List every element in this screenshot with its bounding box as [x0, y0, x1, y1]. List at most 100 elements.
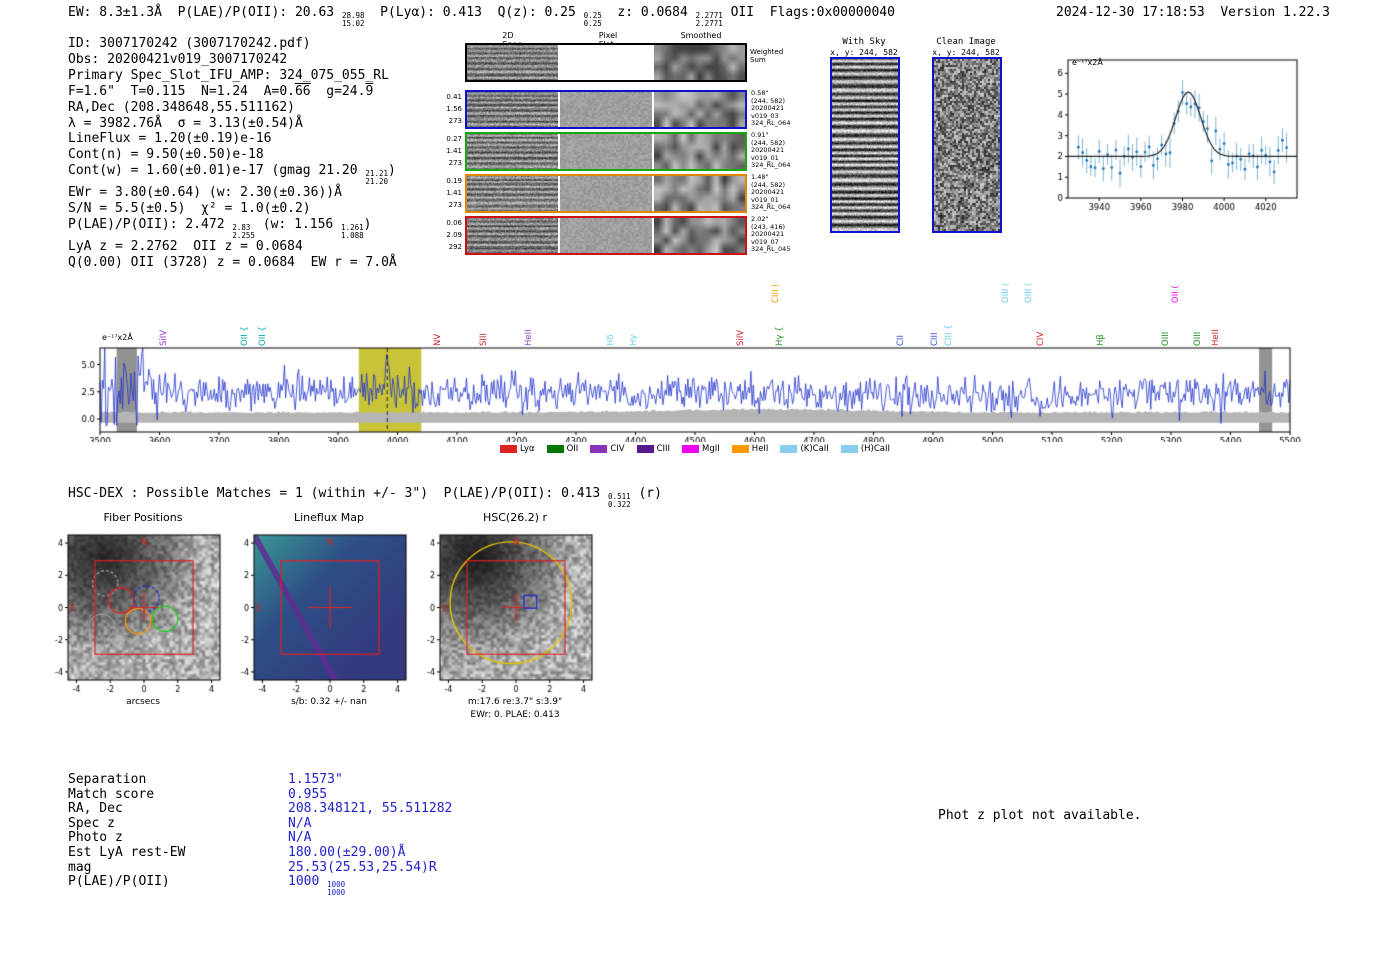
spec2d-flat-panel	[560, 45, 652, 80]
spec2d-flat-panel	[560, 134, 652, 169]
text-segment: Obs: 20200421v019_3007170242	[68, 52, 287, 67]
spec2d-row-annotation: 2.02"(243, 416)20200421v019_07324_RL_045	[751, 216, 799, 254]
table-row-label: RA, Dec	[68, 801, 288, 817]
info-line: λ = 3982.76Å σ = 3.13(±0.54)Å	[68, 116, 397, 132]
legend-label: Lyα	[520, 444, 535, 454]
legend-item: MgII	[682, 444, 720, 454]
text-segment: 25.53(25.53,25.54)R	[288, 860, 437, 875]
spec2d-smooth-panel	[654, 176, 745, 211]
emission-line-label: OII (	[1171, 285, 1181, 303]
text-segment: P(Lyα): 0.413 Q(z): 0.25	[365, 5, 584, 20]
legend-swatch	[547, 445, 564, 453]
table-row-label: Spec z	[68, 816, 288, 832]
line-fit-plot	[1032, 50, 1307, 222]
legend-swatch	[590, 445, 607, 453]
legend-label: (H)CaII	[861, 444, 890, 454]
legend-item: Lyα	[500, 444, 535, 454]
table-row-value: N/A	[288, 830, 311, 845]
legend-label: MgII	[702, 444, 720, 454]
text-segment: g=24.	[311, 84, 366, 99]
legend-swatch	[841, 445, 858, 453]
table-row-value: 1.1573"	[288, 772, 343, 787]
text-segment: 0.955	[288, 787, 327, 802]
legend-label: CIII	[657, 444, 670, 454]
table-row: P(LAE)/P(OII)1000 10001000	[68, 874, 452, 889]
table-row-label: Est LyA rest-EW	[68, 845, 288, 861]
map-caption: s/b: 0.32 +/- nan	[291, 697, 367, 707]
legend-label: OII	[567, 444, 579, 454]
emission-line-label: Hγ	[629, 335, 639, 346]
timestamp: 2024-12-30 17:18:53 Version 1.22.3	[1056, 5, 1330, 21]
target-info-block: ID: 3007170242 (3007170242.pdf)Obs: 2020…	[68, 36, 397, 271]
text-segment: LyA z = 2.2762 OII z = 0.0684	[68, 239, 303, 254]
spec2d-row-annotation: 1.48"(244, 582)20200421v019_01324_RL_064	[751, 174, 799, 212]
text-segment: P(LAE)/P(OII): 2.472	[68, 217, 232, 232]
text-segment: )	[364, 217, 372, 232]
stacked-value: 2.27712.2771	[696, 12, 723, 27]
text-segment: OII Flags:0x00000040	[723, 5, 895, 20]
legend-swatch	[682, 445, 699, 453]
text-segment: HSC-DEX : Possible Matches = 1 (within +…	[68, 486, 608, 501]
table-row: Spec zN/A	[68, 816, 452, 831]
emission-line-label: OII {	[240, 326, 250, 346]
table-row-label: Photo z	[68, 830, 288, 846]
hsc-match-summary: HSC-DEX : Possible Matches = 1 (within +…	[68, 486, 662, 508]
emission-line-label: CIII (	[771, 284, 781, 303]
text-segment: z: 0.0684	[602, 5, 696, 20]
table-row-label: Separation	[68, 772, 288, 788]
info-line: Primary Spec_Slot_IFU_AMP: 324_075_055_R…	[68, 68, 397, 84]
legend-label: HeII	[752, 444, 769, 454]
spec2d-row-frame	[465, 43, 747, 82]
legend-item: (K)CaII	[780, 444, 828, 454]
table-row-value: 180.00(±29.00)Å	[288, 845, 405, 860]
table-row: Photo zN/A	[68, 830, 452, 845]
info-line: P(LAE)/P(OII): 2.472 2.832.255 (w: 1.156…	[68, 217, 397, 239]
text-segment: S/N = 5.5(±0.5) χ² = 1.0(±0.2)	[68, 201, 311, 216]
spec2d-row-weights: 0.411.56273	[438, 91, 462, 127]
map-canvas-fibers	[38, 527, 238, 695]
emission-line-label: Hγ {	[775, 326, 785, 346]
info-line: Q(0.00) OII (3728) z = 0.0684 EW r = 7.0…	[68, 255, 397, 271]
table-row: Match score0.955	[68, 787, 452, 802]
emission-line-label: SiIV	[159, 330, 169, 346]
spec2d-raw-panel	[467, 45, 558, 80]
emission-line-label: CII	[896, 335, 906, 346]
emission-line-label: HeII	[524, 329, 534, 346]
spec2d-row-frame	[465, 216, 747, 255]
emission-line-label: OIII	[1161, 332, 1171, 346]
table-row-label: P(LAE)/P(OII)	[68, 874, 288, 890]
spec2d-smooth-panel	[654, 92, 745, 127]
with-sky-title: With Sky	[842, 37, 885, 47]
table-row-value: 25.53(25.53,25.54)R	[288, 860, 437, 875]
stacked-value: 0.250.25	[584, 12, 602, 27]
clean-image-coords: x, y: 244, 582	[932, 48, 999, 57]
spec2d-row-weights: 0.271.41273	[438, 133, 462, 169]
clean-image	[932, 57, 1002, 233]
stacked-value: 2.832.255	[232, 224, 255, 239]
emission-line-label: Hβ	[1096, 334, 1106, 346]
emission-line-label: HeII	[1211, 329, 1221, 346]
spec2d-row-frame	[465, 132, 747, 171]
text-segment: EWr = 3.80(±0.64) (w: 2.30(±0.36))Å	[68, 185, 342, 200]
full-spectrum-plot	[70, 334, 1305, 442]
spectrum-legend: LyαOIICIVCIIIMgIIHeII(K)CaII(H)CaII	[100, 444, 1290, 454]
spec2d-row-annotation: 0.91"(244, 582)20200421v019_01324_RL_064	[751, 132, 799, 170]
emission-line-label: SiIV	[736, 330, 746, 346]
table-row-label: Match score	[68, 787, 288, 803]
cutout-column-header: Smoothed	[681, 31, 722, 40]
text-segment: 1.1573"	[288, 772, 343, 787]
legend-swatch	[637, 445, 654, 453]
photz-note: Phot z plot not available.	[938, 808, 1142, 824]
clean-image-title: Clean Image	[936, 37, 996, 47]
with-sky-image	[830, 57, 900, 233]
info-line: Obs: 20200421v019_3007170242	[68, 52, 397, 68]
text-segment: 208.348121, 55.511282	[288, 801, 452, 816]
spec2d-smooth-panel	[654, 218, 745, 253]
spec2d-row-frame	[465, 174, 747, 213]
elixer-report-page: EW: 8.3±1.3Å P(LAE)/P(OII): 20.63 28.981…	[0, 0, 1400, 953]
emission-line-label: NV	[433, 334, 443, 346]
emission-line-label: OII {	[258, 326, 268, 346]
info-line: S/N = 5.5(±0.5) χ² = 1.0(±0.2)	[68, 201, 397, 217]
emission-line-label: Hδ	[606, 334, 616, 346]
legend-swatch	[780, 445, 797, 453]
